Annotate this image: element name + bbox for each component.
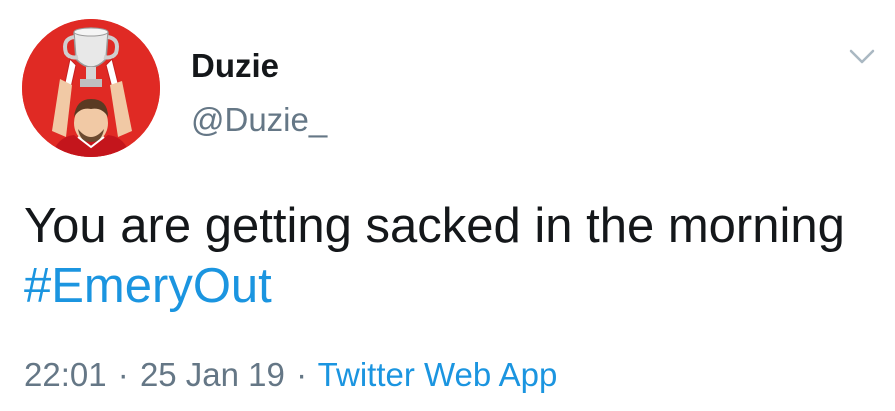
tweet-text-body: You are getting sacked in the morning bbox=[24, 199, 845, 253]
user-handle[interactable]: @Duzie_ bbox=[191, 99, 327, 141]
tweet-metadata: 22:01 · 25 Jan 19 · Twitter Web App bbox=[24, 353, 557, 397]
display-name[interactable]: Duzie bbox=[191, 46, 279, 86]
tweet-text: You are getting sacked in the morning #E… bbox=[24, 196, 874, 316]
tweet-date[interactable]: 25 Jan 19 bbox=[140, 356, 285, 393]
separator-dot: · bbox=[117, 356, 129, 393]
hashtag-link[interactable]: #EmeryOut bbox=[24, 259, 272, 313]
separator-dot: · bbox=[296, 356, 308, 393]
chevron-down-icon[interactable] bbox=[848, 47, 876, 67]
tweet-card: Duzie @Duzie_ You are getting sacked in … bbox=[0, 0, 895, 411]
tweet-source-link[interactable]: Twitter Web App bbox=[318, 356, 558, 393]
tweet-time[interactable]: 22:01 bbox=[24, 356, 107, 393]
avatar-trophy-illustration bbox=[22, 19, 160, 157]
avatar[interactable] bbox=[22, 19, 160, 157]
